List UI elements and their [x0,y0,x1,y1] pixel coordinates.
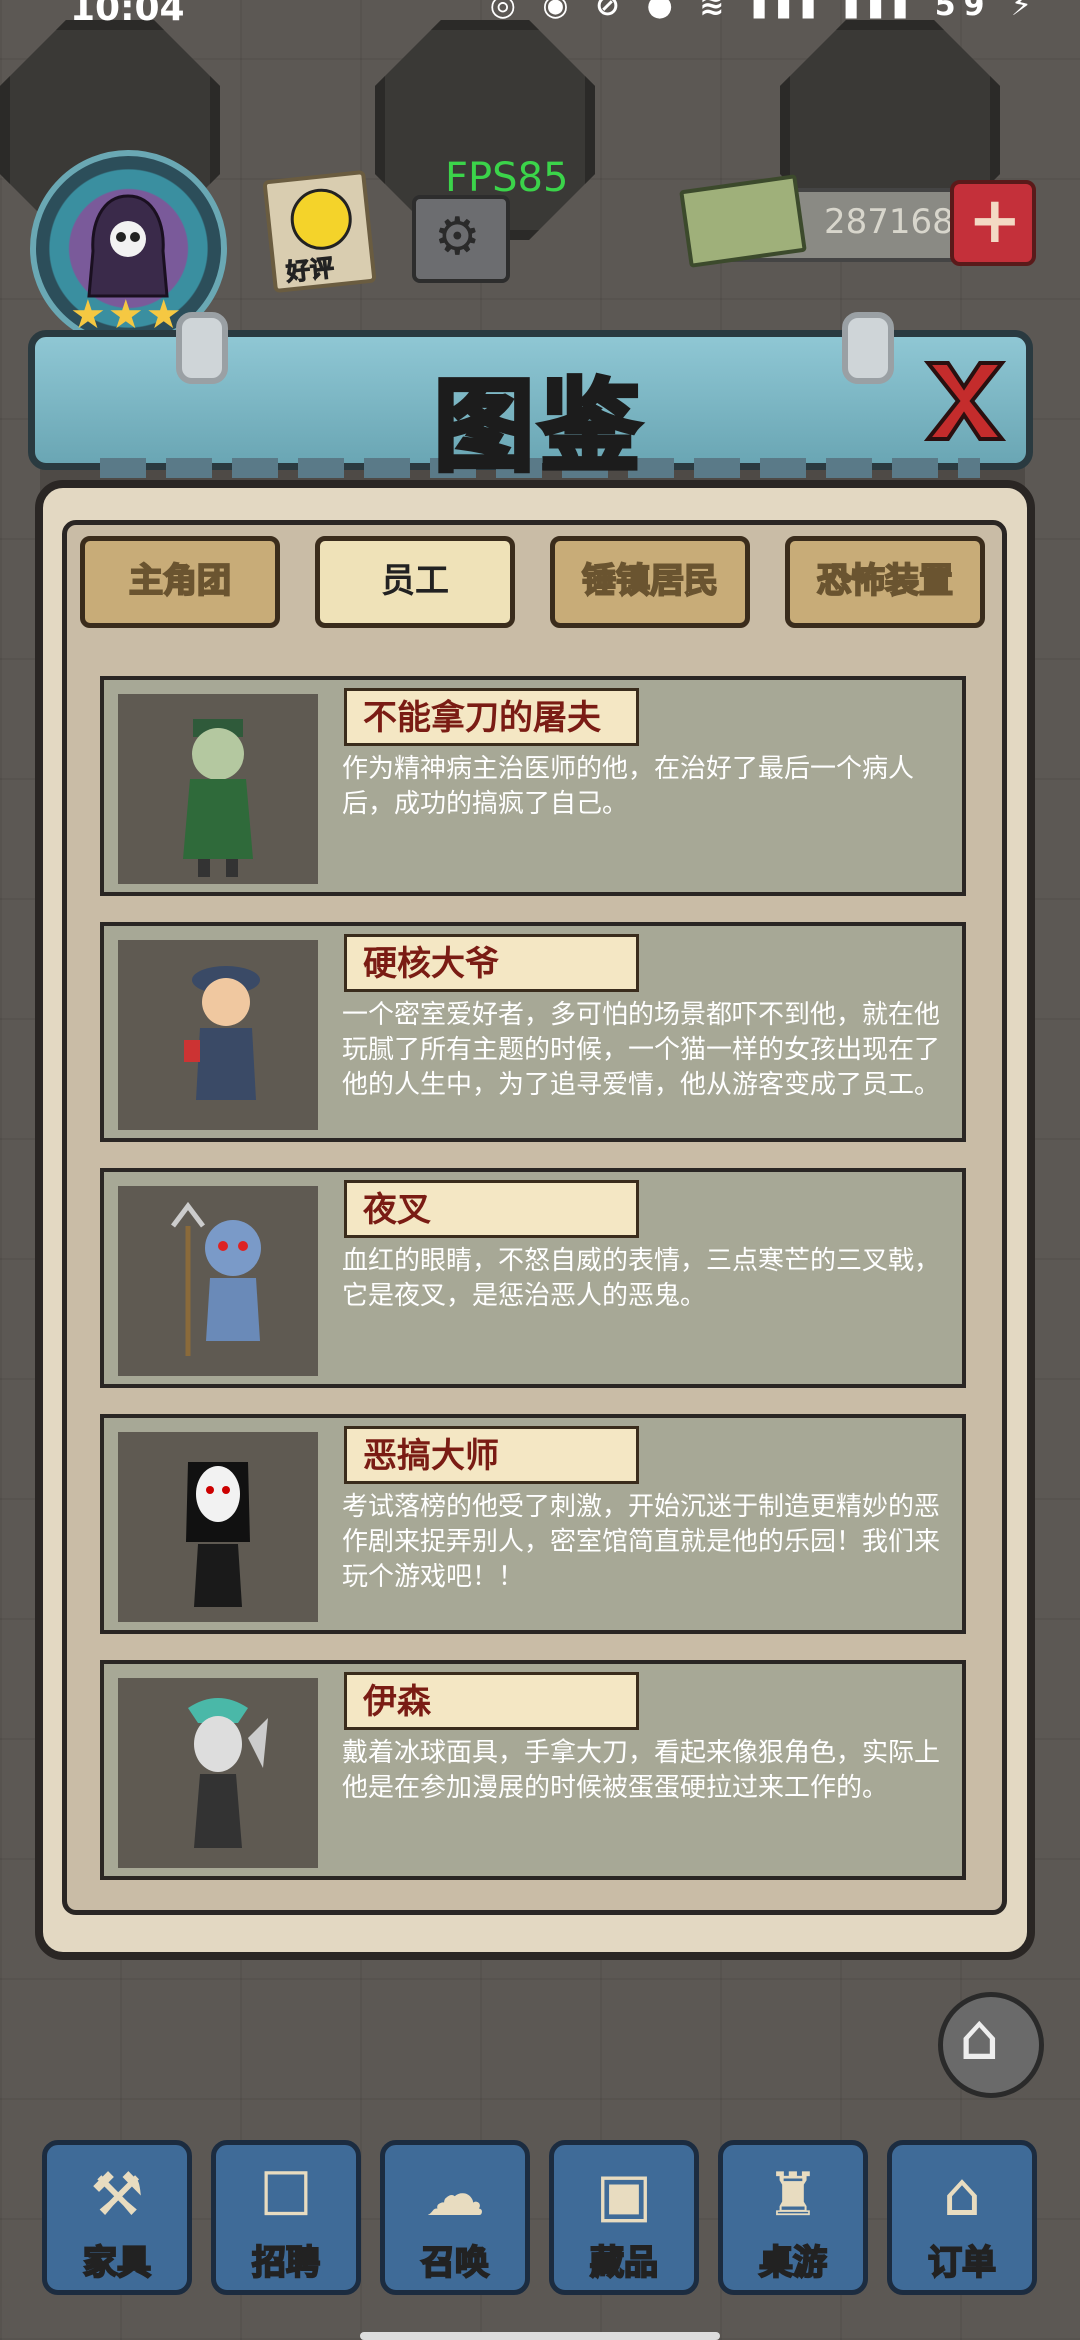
close-button[interactable] [918,355,1010,447]
yaksha-icon [171,1201,261,1356]
nav-label: 订单 [927,2242,997,2284]
money-value: 287168 [824,202,954,242]
safe-icon: ▣ [595,2160,653,2230]
character-portrait [118,694,318,884]
nav-label: 家具 [82,2242,152,2284]
character-description: 一个密室爱好者，多可怕的场景都吓不到他，就在他玩腻了所有主题的时候，一个猫一样的… [342,1000,941,1100]
character-name: 恶搞大师 [344,1426,639,1484]
character-portrait [118,1432,318,1622]
hockey-mask-icon [188,1698,268,1848]
bat-box-icon: ⌂ [942,2160,982,2230]
money-display: 287168 [679,174,988,268]
character-description: 戴着冰球面具，手拿大刀，看起来像狠角色，实际上他是在参加漫展的时候被蛋蛋硬拉过来… [342,1738,941,1803]
list-item[interactable]: 不能拿刀的屠夫 作为精神病主治医师的他，在治好了最后一个病人后，成功的搞疯了自己… [100,676,966,896]
character-name: 硬核大爷 [344,934,639,992]
character-description: 血红的眼睛，不怒自威的表情，三点寒芒的三叉戟，它是夜叉，是惩治恶人的恶鬼。 [342,1246,941,1311]
character-portrait [118,1678,318,1868]
reaper-icon [87,194,169,298]
close-icon [923,361,1007,441]
gear-icon: ⚙ [434,207,481,267]
ring-icon [176,312,228,384]
chess-icon: ♜ [766,2160,820,2230]
smiley-icon [287,185,355,253]
status-time: 10:04 [70,0,185,29]
ring-icon [842,312,894,384]
gesture-bar[interactable] [360,2332,720,2340]
nav-label: 召唤 [420,2242,490,2284]
character-description: 考试落榜的他受了刺激，开始沉迷于制造更精妙的恶作剧来捉弄别人，密室馆简直就是他的… [342,1492,941,1592]
cash-icon [679,174,807,268]
review-button[interactable]: 好评 [262,169,377,294]
list-item[interactable]: 夜叉 血红的眼睛，不怒自威的表情，三点寒芒的三叉戟，它是夜叉，是惩治恶人的恶鬼。 [100,1168,966,1388]
old-man-icon [184,966,260,1100]
nav-label: 招聘 [251,2242,321,2284]
tab-horror-devices[interactable]: 恐怖装置 [785,536,985,628]
list-item[interactable]: 伊森 戴着冰球面具，手拿大刀，看起来像狠角色，实际上他是在参加漫展的时候被蛋蛋硬… [100,1660,966,1880]
character-name: 不能拿刀的屠夫 [344,688,639,746]
nav-collection[interactable]: ▣ 藏品 [549,2140,699,2295]
home-icon: ⌂ [959,2001,1000,2075]
tab-staff[interactable]: 员工 [315,536,515,628]
add-money-button[interactable]: + [950,180,1036,266]
character-portrait [118,940,318,1130]
character-name: 伊森 [344,1672,639,1730]
home-button[interactable]: ⌂ [938,1992,1044,2098]
battery-level: 59 [934,0,993,23]
fps-counter: FPS85 [445,155,569,201]
status-icons: ◎ ◉ ⊘ ● ≋ ▮▮▮ ▮▮▮ 59 ⚡ [490,0,1040,23]
nav-furniture[interactable]: ⚒ 家具 [42,2140,192,2295]
character-name: 夜叉 [344,1180,639,1238]
settings-button[interactable]: ⚙ [412,195,510,283]
nav-label: 桌游 [758,2242,828,2284]
nav-label: 藏品 [589,2242,659,2284]
plus-icon: + [968,184,1022,258]
hammer-icon: ⚒ [90,2160,144,2230]
jigsaw-icon [186,1462,250,1607]
butcher-icon [183,719,253,877]
status-bar: 10:04 ◎ ◉ ⊘ ● ≋ ▮▮▮ ▮▮▮ 59 ⚡ [0,0,1080,30]
modal-title: 图鉴 [432,366,646,488]
character-description: 作为精神病主治医师的他，在治好了最后一个病人后，成功的搞疯了自己。 [342,754,915,819]
character-portrait [118,1186,318,1376]
review-label: 好评 [284,253,336,287]
nav-board-games[interactable]: ♜ 桌游 [718,2140,868,2295]
nav-summon[interactable]: ☁ 召唤 [380,2140,530,2295]
clipboard-icon: ☐ [259,2160,313,2230]
list-item[interactable]: 恶搞大师 考试落榜的他受了刺激，开始沉迷于制造更精妙的恶作剧来捉弄别人，密室馆简… [100,1414,966,1634]
ghost-icon: ☁ [425,2160,485,2230]
tab-town-residents[interactable]: 锤镇居民 [550,536,750,628]
list-item[interactable]: 硬核大爷 一个密室爱好者，多可怕的场景都吓不到他，就在他玩腻了所有主题的时候，一… [100,922,966,1142]
nav-orders[interactable]: ⌂ 订单 [887,2140,1037,2295]
nav-recruit[interactable]: ☐ 招聘 [211,2140,361,2295]
tab-main-team[interactable]: 主角团 [80,536,280,628]
